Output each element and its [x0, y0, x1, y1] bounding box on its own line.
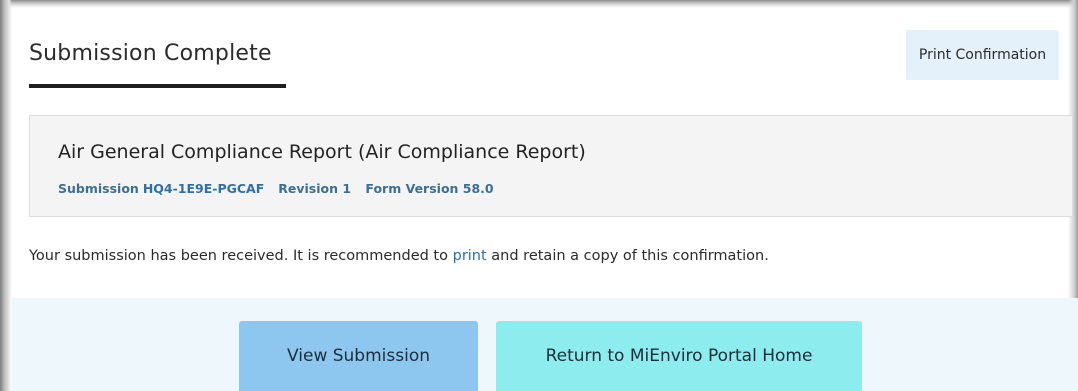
- print-confirmation-button[interactable]: Print Confirmation: [906, 30, 1059, 80]
- message-text-after: and retain a copy of this confirmation.: [486, 248, 769, 264]
- window-shadow-left: [0, 0, 12, 391]
- return-home-button[interactable]: Return to MiEnviro Portal Home: [496, 321, 862, 391]
- revision-label: Revision 1: [278, 181, 352, 196]
- submission-id: HQ4-1E9E-PGCAF: [142, 181, 265, 196]
- confirmation-message: Your submission has been received. It is…: [29, 248, 769, 264]
- window-shadow-top: [0, 0, 1078, 8]
- title-underline: [29, 84, 286, 88]
- form-version-label: Form Version 58.0: [365, 181, 494, 196]
- report-title: Air General Compliance Report (Air Compl…: [58, 141, 586, 163]
- submission-label: Submission: [58, 181, 139, 196]
- report-meta: Submission HQ4-1E9E-PGCAF Revision 1 Form …: [58, 181, 504, 196]
- message-text-before: Your submission has been received. It is…: [29, 248, 453, 264]
- confirmation-page: Submission Complete Print Confirmation A…: [0, 0, 1078, 391]
- page-title: Submission Complete: [29, 41, 272, 66]
- view-submission-button[interactable]: View Submission: [239, 321, 478, 391]
- print-link[interactable]: print: [453, 248, 487, 264]
- report-summary-card: Air General Compliance Report (Air Compl…: [29, 115, 1073, 217]
